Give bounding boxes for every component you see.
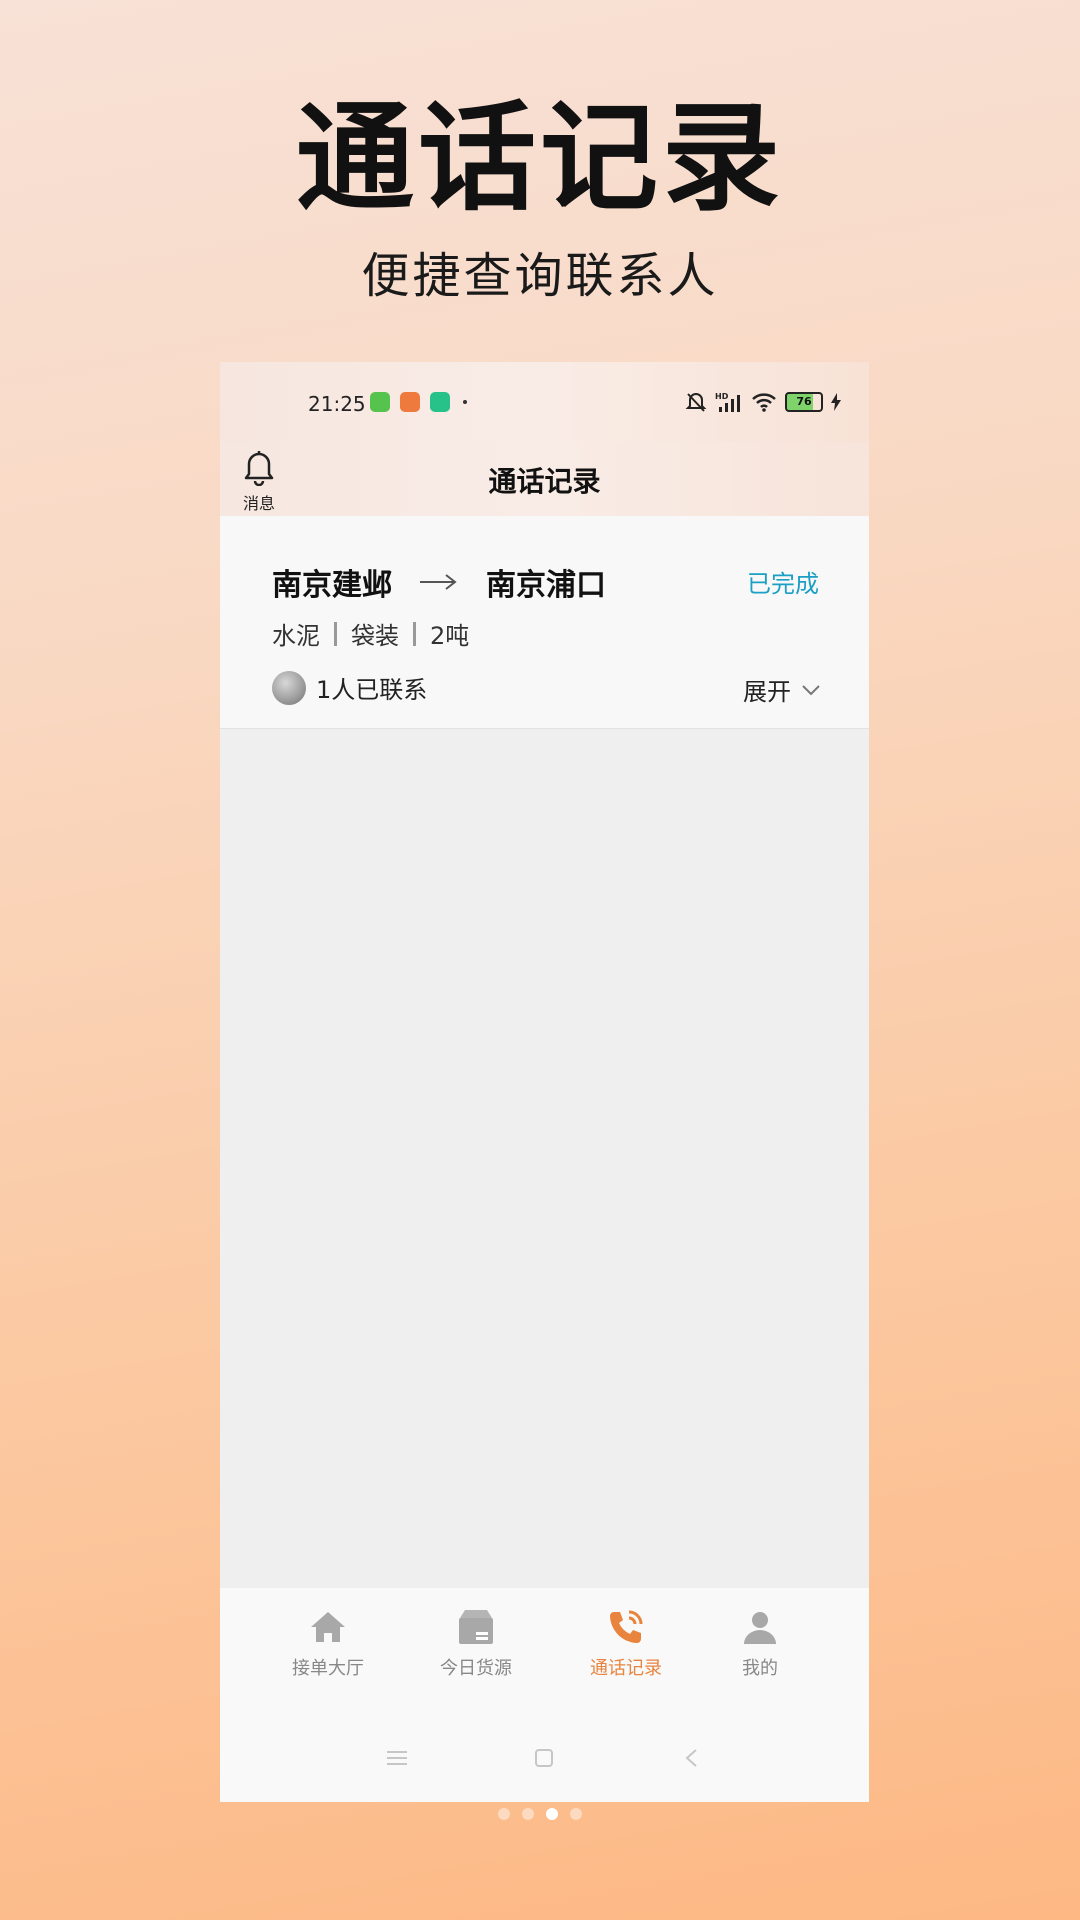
home-icon <box>311 1612 345 1642</box>
back-icon[interactable] <box>684 1748 698 1768</box>
tab-order-hall[interactable]: 接单大厅 <box>278 1606 378 1680</box>
cargo-packaging: 袋装 <box>351 622 399 650</box>
page-dot <box>522 1808 534 1820</box>
mute-bell-icon <box>685 393 707 412</box>
page-dot <box>498 1808 510 1820</box>
tag-divider <box>334 621 337 646</box>
tab-call-records[interactable]: 通话记录 <box>576 1606 676 1680</box>
destination-city: 南京浦口 <box>486 568 606 603</box>
cargo-weight: 2吨 <box>430 622 470 650</box>
tab-label: 今日货源 <box>440 1658 512 1679</box>
phone-screen: 21:25 HD 76 消息 通话记录 南京建邺 南京浦口 已完成 水泥 袋装 … <box>220 362 869 1802</box>
signal-icon: HD <box>715 392 740 412</box>
box-icon <box>459 1610 493 1644</box>
app-header: 消息 通话记录 <box>220 442 869 516</box>
status-bar: 21:25 HD 76 <box>220 362 869 442</box>
battery-icon: 76 <box>785 392 823 412</box>
svg-text:HD: HD <box>715 392 729 401</box>
page-title: 通话记录 <box>488 465 601 498</box>
tag-divider <box>413 621 416 646</box>
origin-city: 南京建邺 <box>272 568 392 603</box>
user-icon <box>744 1612 776 1644</box>
home-square-icon[interactable] <box>534 1748 554 1768</box>
contact-summary: 1人已联系 <box>272 670 427 705</box>
status-time: 21:25 <box>308 392 366 416</box>
page-indicator <box>0 1808 1080 1820</box>
chevron-down-icon <box>802 684 820 695</box>
status-badge: 已完成 <box>747 570 819 598</box>
app-notification-icon <box>430 392 450 412</box>
tab-label: 我的 <box>742 1658 778 1679</box>
system-nav-bar <box>220 1748 869 1788</box>
contacted-count: 1人已联系 <box>316 676 428 704</box>
cargo-tags: 水泥 袋装 2吨 <box>272 616 469 651</box>
tab-today-cargo[interactable]: 今日货源 <box>426 1606 526 1680</box>
more-notifications-dot-icon <box>463 400 467 404</box>
arrow-right-icon <box>420 574 457 590</box>
menu-icon[interactable] <box>386 1748 408 1768</box>
app-notification-icon <box>400 392 420 412</box>
page-dot <box>570 1808 582 1820</box>
tab-label: 通话记录 <box>590 1658 662 1679</box>
wifi-icon <box>752 393 776 412</box>
route: 南京建邺 南京浦口 <box>272 560 606 604</box>
call-record-card[interactable]: 南京建邺 南京浦口 已完成 水泥 袋装 2吨 1人已联系 展开 <box>220 516 869 729</box>
promo-subtitle: 便捷查询联系人 <box>361 248 719 304</box>
cargo-type: 水泥 <box>272 622 320 650</box>
charging-icon <box>831 393 841 411</box>
tab-mine[interactable]: 我的 <box>710 1606 810 1680</box>
tab-label: 接单大厅 <box>292 1658 364 1679</box>
app-notification-icon <box>370 392 390 412</box>
status-icons: HD 76 <box>685 390 841 414</box>
promo-title: 通话记录 <box>295 89 784 227</box>
phone-icon <box>610 1610 643 1643</box>
expand-button[interactable]: 展开 <box>743 672 821 707</box>
expand-label: 展开 <box>743 678 791 706</box>
avatar <box>272 670 306 705</box>
page-dot-active <box>546 1808 558 1820</box>
